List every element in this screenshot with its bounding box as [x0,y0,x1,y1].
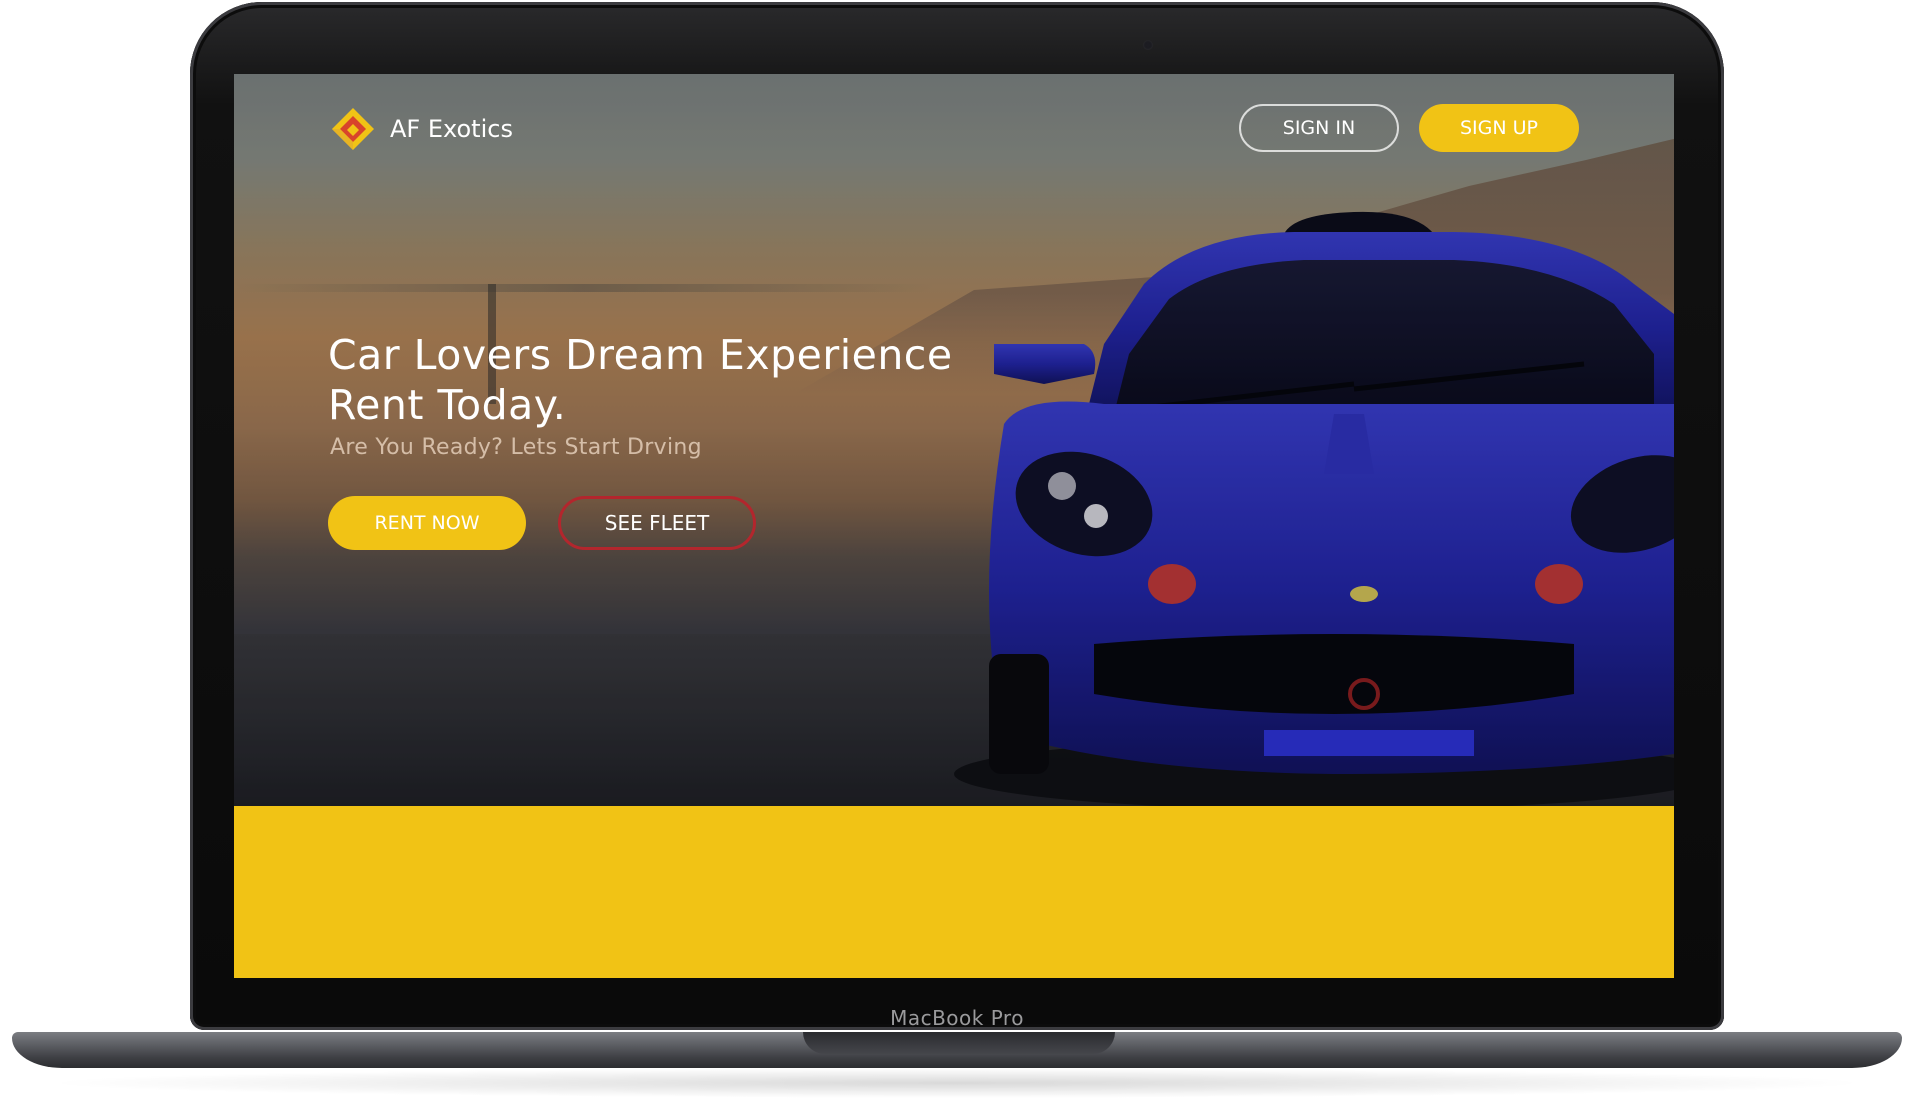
laptop-shadow [40,1068,1874,1098]
device-mockup: AF Exotics SIGN IN SIGN UP Car Lovers Dr… [0,0,1914,1118]
hero-headline-line1: Car Lovers Dream Experience [328,331,953,379]
hero-section: AF Exotics SIGN IN SIGN UP Car Lovers Dr… [234,74,1674,806]
hero-headline-line2: Rent Today. [328,381,567,429]
diamond-logo-icon [332,108,374,150]
hero-subheadline: Are You Ready? Lets Start Drving [330,435,702,460]
hero-headline: Car Lovers Dream Experience Rent Today. [328,330,1028,430]
yellow-section [234,806,1674,978]
laptop-notch [803,1032,1115,1054]
brand-logo[interactable]: AF Exotics [330,106,513,152]
sign-up-button[interactable]: SIGN UP [1419,104,1579,152]
website-screen: AF Exotics SIGN IN SIGN UP Car Lovers Dr… [234,74,1674,978]
see-fleet-button[interactable]: SEE FLEET [558,496,756,550]
rent-now-button[interactable]: RENT NOW [328,496,526,550]
brand-name: AF Exotics [390,115,513,143]
device-label: MacBook Pro [890,1006,1024,1030]
sign-in-button[interactable]: SIGN IN [1239,104,1399,152]
camera-icon [1143,40,1153,50]
